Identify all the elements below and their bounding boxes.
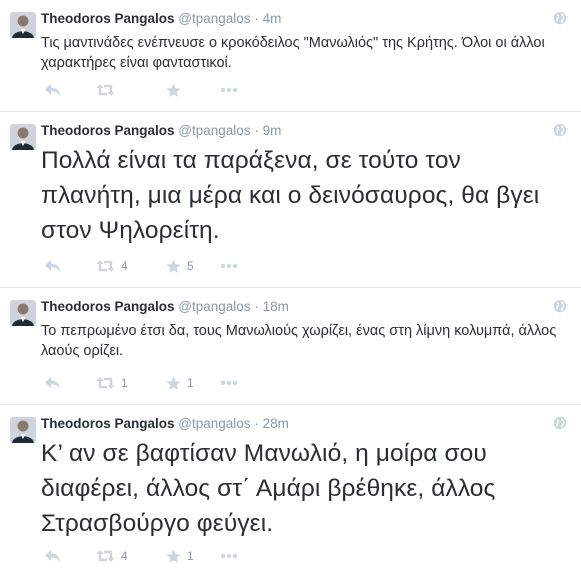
favorite-button[interactable]: 1: [166, 549, 220, 564]
retweet-button[interactable]: 1: [96, 376, 166, 390]
tweet-text: Τις μαντινάδες ενέπνευσε ο κροκόδειλος "…: [41, 35, 545, 71]
tweet-timestamp[interactable]: 4m: [263, 11, 282, 26]
separator-dot: ·: [254, 123, 259, 138]
globe-icon: [553, 299, 567, 313]
tweet-actions: [44, 81, 238, 99]
favorite-count: 5: [187, 259, 194, 273]
favorite-button[interactable]: [166, 83, 220, 98]
more-button[interactable]: [220, 87, 238, 93]
tweet[interactable]: Theodoros Pangalos @tpangalos · 9m Πολλά…: [0, 112, 581, 288]
globe-icon: [553, 11, 567, 25]
tweet-text: Πολλά είναι τα παράξενα, σε τούτο τον πλ…: [41, 147, 540, 244]
more-icon: [220, 263, 238, 269]
reply-icon: [45, 377, 60, 389]
separator-dot: ·: [254, 11, 259, 26]
more-icon: [220, 553, 238, 559]
tweet[interactable]: Theodoros Pangalos @tpangalos · 18m Το π…: [0, 288, 581, 405]
user-handle[interactable]: @tpangalos: [178, 416, 250, 431]
retweet-icon: [96, 260, 115, 272]
tweet[interactable]: Theodoros Pangalos @tpangalos · 28m Κ’ α…: [0, 405, 581, 577]
tweet-timestamp[interactable]: 28m: [263, 416, 289, 431]
retweet-button[interactable]: [96, 83, 166, 97]
user-fullname[interactable]: Theodoros Pangalos: [41, 11, 175, 26]
reply-button[interactable]: [44, 376, 96, 390]
reply-icon: [45, 550, 60, 562]
star-icon: [166, 259, 181, 273]
retweet-button[interactable]: 4: [96, 549, 166, 563]
separator-dot: ·: [254, 299, 259, 314]
retweet-button[interactable]: 4: [96, 259, 166, 273]
tweet-text: Το πεπρωμένο έτσι δα, τους Μανωλιούς χωρ…: [41, 323, 557, 359]
user-handle[interactable]: @tpangalos: [178, 11, 250, 26]
retweet-icon: [96, 84, 115, 96]
avatar[interactable]: [10, 300, 36, 326]
avatar[interactable]: [10, 417, 36, 443]
tweet-header: Theodoros Pangalos @tpangalos · 9m: [41, 122, 565, 140]
more-button[interactable]: [220, 380, 238, 386]
reply-button[interactable]: [44, 549, 96, 563]
retweet-icon: [96, 377, 115, 389]
tweet-header: Theodoros Pangalos @tpangalos · 4m: [41, 10, 565, 28]
user-handle[interactable]: @tpangalos: [178, 123, 250, 138]
tweet-text: Κ’ αν σε βαφτίσαν Μανωλιό, η μοίρα σου δ…: [41, 440, 496, 537]
separator-dot: ·: [254, 416, 259, 431]
user-handle[interactable]: @tpangalos: [178, 299, 250, 314]
tweet-actions: 4 1: [44, 547, 238, 565]
tweet-timestamp[interactable]: 18m: [263, 299, 289, 314]
user-fullname[interactable]: Theodoros Pangalos: [41, 299, 175, 314]
favorite-count: 1: [187, 549, 194, 563]
more-button[interactable]: [220, 553, 238, 559]
reply-button[interactable]: [44, 259, 96, 273]
user-fullname[interactable]: Theodoros Pangalos: [41, 416, 175, 431]
tweet-timeline: Theodoros Pangalos @tpangalos · 4m Τις μ…: [0, 0, 581, 577]
globe-icon: [553, 416, 567, 430]
avatar[interactable]: [10, 12, 36, 38]
retweet-count: 4: [121, 549, 128, 563]
more-button[interactable]: [220, 263, 238, 269]
user-fullname[interactable]: Theodoros Pangalos: [41, 123, 175, 138]
tweet-actions: 4 5: [44, 257, 238, 275]
favorite-button[interactable]: 5: [166, 259, 220, 274]
tweet-actions: 1 1: [44, 374, 238, 392]
tweet-header: Theodoros Pangalos @tpangalos · 28m: [41, 415, 565, 433]
reply-icon: [45, 260, 60, 272]
star-icon: [166, 83, 181, 97]
reply-button[interactable]: [44, 83, 96, 97]
more-icon: [220, 380, 238, 386]
star-icon: [166, 376, 181, 390]
retweet-count: 4: [121, 259, 128, 273]
tweet-header: Theodoros Pangalos @tpangalos · 18m: [41, 298, 565, 316]
tweet[interactable]: Theodoros Pangalos @tpangalos · 4m Τις μ…: [0, 0, 581, 112]
favorite-button[interactable]: 1: [166, 376, 220, 391]
favorite-count: 1: [187, 376, 194, 390]
retweet-count: 1: [121, 376, 128, 390]
avatar[interactable]: [10, 124, 36, 150]
reply-icon: [45, 84, 60, 96]
tweet-timestamp[interactable]: 9m: [263, 123, 282, 138]
star-icon: [166, 549, 181, 563]
retweet-icon: [96, 550, 115, 562]
more-icon: [220, 87, 238, 93]
globe-icon: [553, 123, 567, 137]
